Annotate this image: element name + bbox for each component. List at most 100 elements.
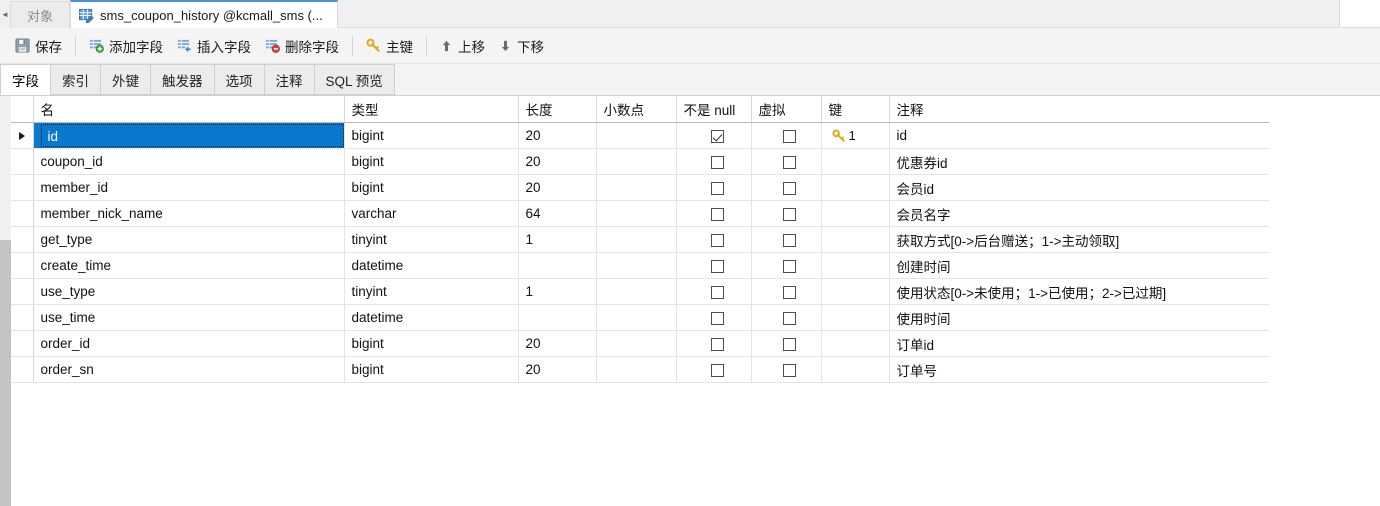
cell-not-null[interactable] xyxy=(676,122,752,149)
header-decimals[interactable]: 小数点 xyxy=(596,96,677,123)
cell-not-null[interactable] xyxy=(676,226,752,253)
cell-field-length[interactable]: 20 xyxy=(518,330,597,357)
table-row[interactable]: member_nick_name varchar 64 会员名字 xyxy=(11,200,1270,227)
cell-not-null[interactable] xyxy=(676,174,752,201)
row-marker-cell[interactable] xyxy=(11,200,34,227)
cell-virtual[interactable] xyxy=(751,200,822,227)
cell-field-type[interactable]: bigint xyxy=(344,122,519,149)
not-null-checkbox[interactable] xyxy=(710,285,724,299)
cell-field-length[interactable]: 20 xyxy=(518,174,597,201)
cell-field-decimals[interactable] xyxy=(596,252,677,279)
cell-not-null[interactable] xyxy=(676,252,752,279)
virtual-checkbox[interactable] xyxy=(783,181,796,195)
cell-key[interactable] xyxy=(821,356,890,383)
not-null-checkbox[interactable] xyxy=(710,181,724,195)
table-row[interactable]: use_time datetime 使用时间 xyxy=(11,304,1270,331)
cell-virtual[interactable] xyxy=(751,252,822,279)
cell-key[interactable] xyxy=(821,278,890,305)
not-null-checkbox[interactable] xyxy=(710,233,724,247)
tab-triggers[interactable]: 触发器 xyxy=(150,64,214,95)
tabstrip-scroll-left-icon[interactable]: ◄ xyxy=(0,0,10,28)
cell-field-name[interactable]: coupon_id xyxy=(33,148,345,175)
cell-field-type[interactable]: tinyint xyxy=(344,278,519,305)
insert-field-button[interactable]: 插入字段 xyxy=(170,33,258,59)
cell-field-name[interactable]: id xyxy=(33,122,345,149)
cell-comment[interactable]: 会员id xyxy=(889,174,1270,201)
table-row[interactable]: use_type tinyint 1 使用状态[0->未使用；1->已使用；2->已过… xyxy=(11,278,1270,305)
cell-field-type[interactable]: tinyint xyxy=(344,226,519,253)
cell-virtual[interactable] xyxy=(751,174,822,201)
cell-field-decimals[interactable] xyxy=(596,330,677,357)
cell-field-decimals[interactable] xyxy=(596,356,677,383)
tab-foreign-keys[interactable]: 外键 xyxy=(100,64,150,95)
cell-comment[interactable]: 会员名字 xyxy=(889,200,1270,227)
cell-not-null[interactable] xyxy=(676,148,752,175)
cell-not-null[interactable] xyxy=(676,330,752,357)
cell-comment[interactable]: 订单号 xyxy=(889,356,1270,383)
tab-sql-preview[interactable]: SQL 预览 xyxy=(313,64,395,95)
tab-table-designer[interactable]: sms_coupon_history @kcmall_sms (... xyxy=(70,0,338,28)
header-length[interactable]: 长度 xyxy=(518,96,597,123)
table-row[interactable]: id bigint 20 1 id xyxy=(11,122,1270,149)
not-null-checkbox[interactable] xyxy=(710,363,724,377)
cell-not-null[interactable] xyxy=(676,278,752,305)
table-row[interactable]: get_type tinyint 1 获取方式[0->后台赠送；1->主动领取] xyxy=(11,226,1270,253)
cell-field-type[interactable]: datetime xyxy=(344,252,519,279)
cell-field-length[interactable]: 1 xyxy=(518,226,597,253)
header-name[interactable]: 名 xyxy=(33,96,345,123)
virtual-checkbox[interactable] xyxy=(783,155,796,169)
row-marker-cell[interactable] xyxy=(11,122,34,149)
save-button[interactable]: 保存 xyxy=(8,33,69,59)
header-not-null[interactable]: 不是 null xyxy=(676,96,752,123)
row-marker-cell[interactable] xyxy=(11,148,34,175)
table-row[interactable]: create_time datetime 创建时间 xyxy=(11,252,1270,279)
tab-objects[interactable]: 对象 xyxy=(10,1,71,28)
virtual-checkbox[interactable] xyxy=(783,337,796,351)
cell-virtual[interactable] xyxy=(751,122,822,149)
row-marker-cell[interactable] xyxy=(11,304,34,331)
move-up-button[interactable]: 上移 xyxy=(433,33,492,59)
row-marker-cell[interactable] xyxy=(11,356,34,383)
row-marker-cell[interactable] xyxy=(11,278,34,305)
cell-field-type[interactable]: bigint xyxy=(344,174,519,201)
header-key[interactable]: 键 xyxy=(821,96,890,123)
grid-vertical-scrollbar-thumb[interactable] xyxy=(0,240,11,506)
move-down-button[interactable]: 下移 xyxy=(492,33,551,59)
cell-comment[interactable]: 使用状态[0->未使用；1->已使用；2->已过期] xyxy=(889,278,1270,305)
cell-not-null[interactable] xyxy=(676,200,752,227)
virtual-checkbox[interactable] xyxy=(783,311,796,325)
not-null-checkbox[interactable] xyxy=(710,155,724,169)
cell-field-decimals[interactable] xyxy=(596,122,677,149)
not-null-checkbox[interactable] xyxy=(710,207,724,221)
cell-field-length[interactable]: 64 xyxy=(518,200,597,227)
table-row[interactable]: member_id bigint 20 会员id xyxy=(11,174,1270,201)
cell-field-name[interactable]: member_id xyxy=(33,174,345,201)
tab-fields[interactable]: 字段 xyxy=(0,64,50,95)
cell-key[interactable]: 1 xyxy=(821,122,890,149)
cell-comment[interactable]: id xyxy=(889,122,1270,149)
virtual-checkbox[interactable] xyxy=(783,285,796,299)
cell-field-type[interactable]: bigint xyxy=(344,356,519,383)
cell-field-length[interactable] xyxy=(518,252,597,279)
cell-virtual[interactable] xyxy=(751,226,822,253)
virtual-checkbox[interactable] xyxy=(783,363,796,377)
virtual-checkbox[interactable] xyxy=(783,233,796,247)
virtual-checkbox[interactable] xyxy=(783,129,796,143)
cell-virtual[interactable] xyxy=(751,330,822,357)
cell-field-name[interactable]: use_time xyxy=(33,304,345,331)
delete-field-button[interactable]: 删除字段 xyxy=(258,33,346,59)
cell-key[interactable] xyxy=(821,174,890,201)
cell-comment[interactable]: 创建时间 xyxy=(889,252,1270,279)
cell-field-length[interactable]: 20 xyxy=(518,356,597,383)
cell-field-length[interactable]: 1 xyxy=(518,278,597,305)
table-row[interactable]: coupon_id bigint 20 优惠券id xyxy=(11,148,1270,175)
not-null-checkbox[interactable] xyxy=(710,259,724,273)
cell-field-type[interactable]: bigint xyxy=(344,148,519,175)
cell-field-decimals[interactable] xyxy=(596,174,677,201)
cell-field-decimals[interactable] xyxy=(596,278,677,305)
cell-field-name[interactable]: create_time xyxy=(33,252,345,279)
tab-comments[interactable]: 注释 xyxy=(263,64,314,95)
header-virtual[interactable]: 虚拟 xyxy=(751,96,822,123)
tab-options[interactable]: 选项 xyxy=(213,64,264,95)
cell-field-type[interactable]: bigint xyxy=(344,330,519,357)
